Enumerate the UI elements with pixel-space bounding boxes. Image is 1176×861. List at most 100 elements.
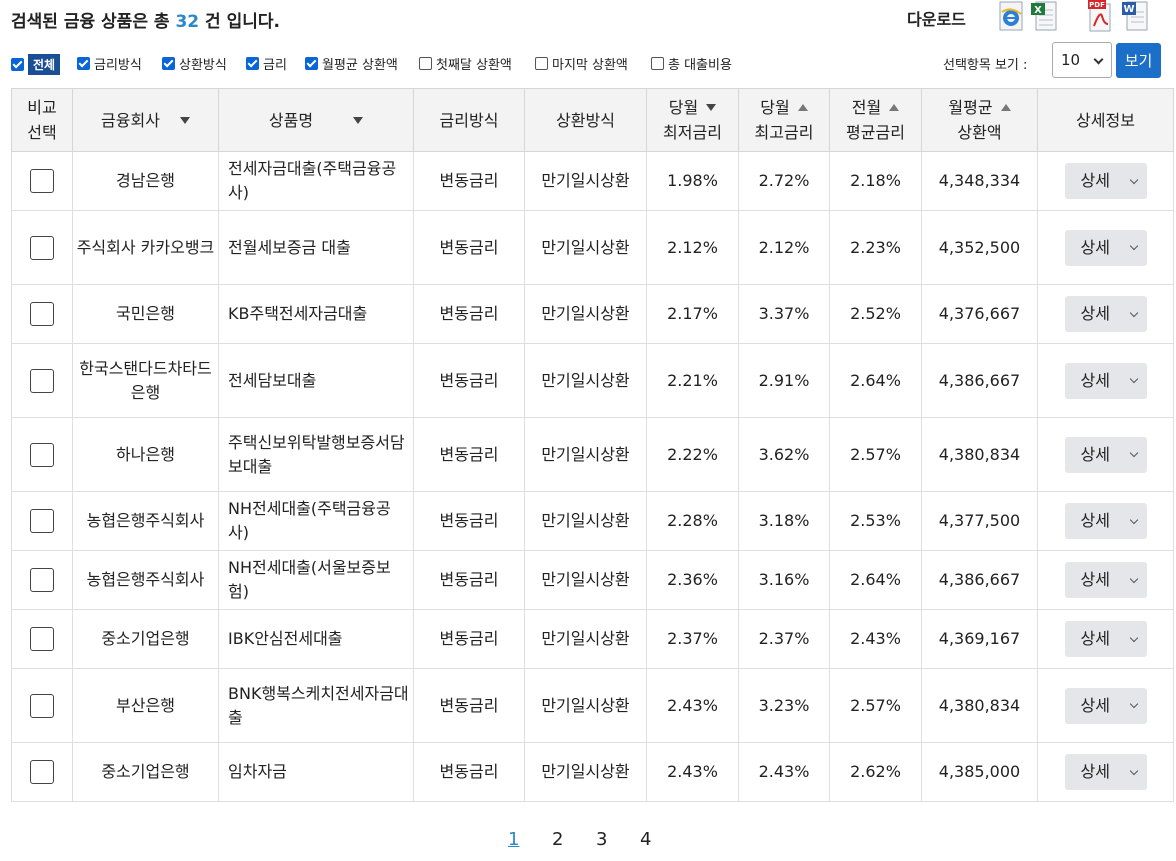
company-cell: 주식회사 카카오뱅크 <box>72 210 219 285</box>
ie-icon[interactable] <box>997 0 1025 32</box>
result-count: 32 <box>175 12 200 32</box>
detail-label: 상세 <box>1080 370 1110 390</box>
view-button[interactable]: 보기 <box>1116 43 1161 78</box>
detail-button[interactable]: 상세 <box>1064 362 1147 399</box>
filter-total-cost[interactable]: 총 대출비용 <box>651 54 732 73</box>
filter-all[interactable]: 전체 <box>11 54 61 75</box>
repay-type-cell: 만기일시상환 <box>524 151 647 211</box>
filter-label: 마지막 상환액 <box>552 58 628 73</box>
repay-type-cell: 만기일시상환 <box>524 284 647 344</box>
compare-checkbox[interactable] <box>30 235 54 260</box>
pdf-icon[interactable]: PDF <box>1086 0 1114 32</box>
avg-rate-cell: 2.23% <box>829 210 922 285</box>
header-text: 당월 <box>760 98 790 117</box>
filter-label: 총 대출비용 <box>668 58 732 73</box>
chevron-down-icon <box>1129 374 1138 384</box>
compare-checkbox[interactable] <box>30 509 54 534</box>
view-items-label: 선택항목 보기 : <box>943 58 1028 73</box>
rate-type-cell: 변동금리 <box>413 609 525 669</box>
header-text: 선택 <box>27 123 57 142</box>
compare-checkbox[interactable] <box>30 760 54 785</box>
header-product[interactable]: 상품명 <box>218 88 414 152</box>
detail-button[interactable]: 상세 <box>1064 754 1147 790</box>
avg-rate-cell: 2.57% <box>829 417 922 492</box>
table-row: 주식회사 카카오뱅크 전월세보증금 대출 변동금리 만기일시상환 2.12% 2… <box>11 210 1174 285</box>
filter-rate-type[interactable]: 금리방식 <box>77 54 142 73</box>
checkbox-icon[interactable] <box>162 57 175 70</box>
detail-button[interactable]: 상세 <box>1064 687 1147 724</box>
filter-repay-type[interactable]: 상환방식 <box>162 54 227 73</box>
header-company[interactable]: 금융회사 <box>72 88 219 152</box>
sort-up-icon[interactable] <box>797 104 808 111</box>
filter-label: 금리방식 <box>94 58 142 73</box>
checkbox-icon[interactable] <box>11 58 24 71</box>
detail-button[interactable]: 상세 <box>1064 562 1147 598</box>
compare-checkbox[interactable] <box>30 693 54 718</box>
avg-rate-cell: 2.57% <box>829 668 922 743</box>
detail-label: 상세 <box>1080 171 1110 190</box>
compare-checkbox[interactable] <box>30 442 54 467</box>
word-icon[interactable]: W <box>1121 0 1149 32</box>
checkbox-icon[interactable] <box>651 57 664 70</box>
excel-icon[interactable]: X <box>1030 0 1058 32</box>
sort-down-icon[interactable] <box>353 116 364 124</box>
compare-checkbox[interactable] <box>30 627 54 652</box>
page-link-2[interactable]: 2 <box>552 829 596 850</box>
sort-up-icon[interactable] <box>889 104 900 111</box>
checkbox-icon[interactable] <box>419 57 432 70</box>
sort-down-icon[interactable] <box>706 104 717 111</box>
page-link-1[interactable]: 1 <box>508 829 552 850</box>
header-min-rate[interactable]: 당월 최저금리 <box>646 88 739 152</box>
compare-checkbox[interactable] <box>30 568 54 593</box>
header-text: 월평균 <box>948 98 993 117</box>
table-row: 중소기업은행 임차자금 변동금리 만기일시상환 2.43% 2.43% 2.62… <box>11 742 1174 802</box>
header-text: 상환방식 <box>556 110 615 130</box>
detail-button[interactable]: 상세 <box>1064 296 1147 332</box>
header-max-rate[interactable]: 당월 최고금리 <box>738 88 830 152</box>
max-rate-cell: 2.12% <box>738 210 830 285</box>
detail-cell: 상세 <box>1037 550 1174 610</box>
filter-last-payment[interactable]: 마지막 상환액 <box>535 54 628 73</box>
results-header: 검색된 금융 상품은 총 32 건 입니다. 다운로드 X PDF W <box>0 0 1176 38</box>
checkbox-icon[interactable] <box>305 57 318 70</box>
monthly-cell: 4,380,834 <box>921 668 1038 743</box>
monthly-cell: 4,352,500 <box>921 210 1038 285</box>
detail-button[interactable]: 상세 <box>1064 503 1147 539</box>
filter-first-payment[interactable]: 첫째달 상환액 <box>419 54 512 73</box>
checkbox-icon[interactable] <box>535 57 548 70</box>
min-rate-cell: 2.43% <box>646 668 739 743</box>
page-size-select[interactable]: 10 <box>1052 42 1112 78</box>
rate-type-cell: 변동금리 <box>413 284 525 344</box>
compare-checkbox[interactable] <box>30 368 54 393</box>
detail-button[interactable]: 상세 <box>1064 621 1147 657</box>
detail-button[interactable]: 상세 <box>1064 229 1147 266</box>
compare-cell <box>11 609 73 669</box>
chevron-down-icon <box>1129 241 1138 251</box>
detail-button[interactable]: 상세 <box>1064 436 1147 473</box>
rate-type-cell: 변동금리 <box>413 343 525 418</box>
page-link-3[interactable]: 3 <box>596 829 640 850</box>
checkbox-icon[interactable] <box>77 57 90 70</box>
repay-type-cell: 만기일시상환 <box>524 668 647 743</box>
page-link-4[interactable]: 4 <box>640 829 684 850</box>
checkbox-icon[interactable] <box>246 57 259 70</box>
rate-type-cell: 변동금리 <box>413 550 525 610</box>
sort-up-icon[interactable] <box>1000 104 1011 111</box>
rate-type-cell: 변동금리 <box>413 668 525 743</box>
sort-down-icon[interactable] <box>179 116 190 124</box>
compare-checkbox[interactable] <box>30 169 54 194</box>
compare-checkbox[interactable] <box>30 302 54 327</box>
detail-cell: 상세 <box>1037 284 1174 344</box>
company-cell: 국민은행 <box>72 284 219 344</box>
filter-monthly-payment[interactable]: 월평균 상환액 <box>305 54 398 73</box>
detail-button[interactable]: 상세 <box>1064 163 1147 199</box>
min-rate-cell: 1.98% <box>646 151 739 211</box>
detail-label: 상세 <box>1080 304 1110 323</box>
header-avg-rate[interactable]: 전월 평균금리 <box>829 88 922 152</box>
min-rate-cell: 2.22% <box>646 417 739 492</box>
avg-rate-cell: 2.64% <box>829 550 922 610</box>
compare-cell <box>11 491 73 551</box>
repay-type-cell: 만기일시상환 <box>524 491 647 551</box>
filter-rate[interactable]: 금리 <box>246 54 287 73</box>
header-monthly[interactable]: 월평균 상환액 <box>921 88 1038 152</box>
